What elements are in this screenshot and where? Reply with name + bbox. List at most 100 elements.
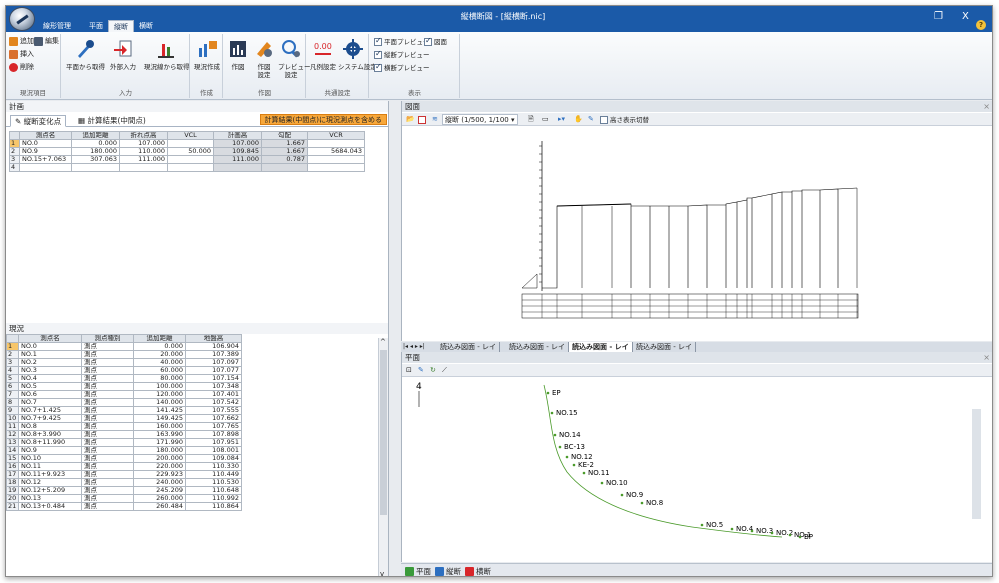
row-number[interactable]: 6 xyxy=(6,382,19,391)
edit-icon[interactable]: ✎ xyxy=(418,364,424,377)
table-cell[interactable]: NO.11 xyxy=(18,462,82,471)
table-row[interactable]: 2 NO.9 180.000 110.000 50.000 109.845 1.667 568… xyxy=(9,147,365,156)
table-cell[interactable]: 110.530 xyxy=(185,478,242,487)
table-cell[interactable]: 100.000 xyxy=(133,382,186,391)
table-cell[interactable]: 107.542 xyxy=(185,398,242,407)
figure-close-icon[interactable]: × xyxy=(983,101,990,112)
row-number[interactable]: 9 xyxy=(6,406,19,415)
scrollbar-thumb[interactable] xyxy=(380,350,387,515)
table-cell[interactable]: 0.000 xyxy=(133,342,186,351)
table-row[interactable]: 4 NO.3 測点 60.000 107.077 xyxy=(6,366,242,375)
table-cell[interactable] xyxy=(167,155,214,164)
table-cell[interactable]: 測点 xyxy=(81,382,134,391)
genkyo-create-button[interactable]: 現況作成 xyxy=(193,38,221,82)
table-cell[interactable] xyxy=(213,163,262,172)
table-cell[interactable]: NO.1 xyxy=(18,350,82,359)
row-number[interactable]: 15 xyxy=(6,454,19,463)
vertical-scrollbar[interactable]: ^ v xyxy=(378,338,388,576)
table-cell[interactable]: NO.2 xyxy=(18,358,82,367)
table-cell[interactable]: 107.000 xyxy=(213,139,262,148)
table-cell[interactable]: 240.000 xyxy=(133,478,186,487)
table-row[interactable]: 8 NO.7 測点 140.000 107.542 xyxy=(6,398,242,407)
refresh-icon[interactable]: ↻ xyxy=(430,364,436,377)
table-cell[interactable]: NO.4 xyxy=(18,374,82,383)
measure-icon[interactable]: ✎ xyxy=(588,113,594,126)
table-cell[interactable]: 107.077 xyxy=(185,366,242,375)
table-row[interactable]: 12 NO.8+3.990 測点 163.990 107.898 xyxy=(6,430,242,439)
tab-plan[interactable]: 平面 xyxy=(84,20,108,32)
row-number[interactable]: 10 xyxy=(6,414,19,423)
table-cell[interactable]: 110.864 xyxy=(185,502,242,511)
zoom-icon[interactable] xyxy=(418,116,426,124)
table-row[interactable]: 3 NO.15+7.063 307.063 111.000 111.000 0.787 xyxy=(9,155,365,164)
tab-cross[interactable]: 横断 xyxy=(134,20,158,32)
table-cell[interactable]: 60.000 xyxy=(133,366,186,375)
table-cell[interactable]: NO.12+5.209 xyxy=(18,486,82,495)
plan-close-icon[interactable]: × xyxy=(983,352,990,363)
row-number[interactable]: 21 xyxy=(6,502,19,511)
table-cell[interactable] xyxy=(167,139,214,148)
row-number[interactable]: 18 xyxy=(6,478,19,487)
sheet-tab-4[interactable]: 読込み図面 - レイ xyxy=(633,342,696,352)
restore-button[interactable]: ❐ xyxy=(934,11,943,23)
row-number[interactable]: 13 xyxy=(6,438,19,447)
table-cell[interactable]: NO.13+0.484 xyxy=(18,502,82,511)
row-number[interactable]: 17 xyxy=(6,470,19,479)
table-row[interactable]: 9 NO.7+1.425 測点 141.425 107.555 xyxy=(6,406,242,415)
table-cell[interactable]: NO.13 xyxy=(18,494,82,503)
table-row[interactable]: 16 NO.11 測点 220.000 110.330 xyxy=(6,462,242,471)
table-cell[interactable]: NO.7+9.425 xyxy=(18,414,82,423)
plan-figure-checkbox[interactable]: 図面 xyxy=(424,36,447,47)
table-cell[interactable]: 測点 xyxy=(81,478,134,487)
table-cell[interactable]: 測点 xyxy=(81,342,134,351)
draw-button[interactable]: 作図 xyxy=(226,38,250,82)
table-cell[interactable] xyxy=(71,163,120,172)
table-cell[interactable]: 260.000 xyxy=(133,494,186,503)
table-cell[interactable]: 107.348 xyxy=(185,382,242,391)
table-cell[interactable]: 107.555 xyxy=(185,406,242,415)
row-number[interactable]: 2 xyxy=(6,350,19,359)
row-number[interactable]: 14 xyxy=(6,446,19,455)
table-cell[interactable]: 測点 xyxy=(81,454,134,463)
table-cell[interactable]: 測点 xyxy=(81,374,134,383)
plan-drawing[interactable]: 4 EP NO.15 NO.14 BC-13 NO.12KE-2NO.11 NO.10 NO… xyxy=(402,377,982,562)
row-number[interactable]: 19 xyxy=(6,486,19,495)
row-number[interactable]: 8 xyxy=(6,398,19,407)
table-cell[interactable]: 107.662 xyxy=(185,414,242,423)
table-cell[interactable]: 測点 xyxy=(81,462,134,471)
measure-line-icon[interactable]: ⟋ xyxy=(442,364,447,377)
external-input-button[interactable]: 外部入力 xyxy=(106,38,140,82)
table-cell[interactable] xyxy=(307,163,365,172)
table-cell[interactable]: 測点 xyxy=(81,470,134,479)
table-row[interactable]: 11 NO.8 測点 160.000 107.765 xyxy=(6,422,242,431)
table-cell[interactable]: NO.9 xyxy=(19,147,72,156)
row-number[interactable]: 16 xyxy=(6,462,19,471)
tab-alignment[interactable]: 線形管理 xyxy=(38,20,76,32)
scroll-down-icon[interactable]: v xyxy=(380,570,384,576)
table-cell[interactable]: NO.8+11.990 xyxy=(18,438,82,447)
table-cell[interactable]: 160.000 xyxy=(133,422,186,431)
zoom-window-icon[interactable]: ⊡ xyxy=(406,364,412,377)
pan-icon[interactable]: ✋ xyxy=(574,113,583,126)
draw-settings-button[interactable]: 作図 設定 xyxy=(252,38,276,82)
table-cell[interactable]: 測点 xyxy=(81,414,134,423)
scale-select[interactable]: 縦断 (1/500, 1/100 ▾ xyxy=(442,114,518,125)
table-cell[interactable]: 109.845 xyxy=(213,147,262,156)
row-number[interactable]: 3 xyxy=(9,155,20,164)
table-cell[interactable]: 107.097 xyxy=(185,358,242,367)
table-cell[interactable]: 108.001 xyxy=(185,446,242,455)
table-row[interactable]: 7 NO.6 測点 120.000 107.401 xyxy=(6,390,242,399)
table-row[interactable]: 14 NO.9 測点 180.000 108.001 xyxy=(6,446,242,455)
row-number[interactable]: 4 xyxy=(9,163,20,172)
table-cell[interactable]: 180.000 xyxy=(133,446,186,455)
table-cell[interactable]: 260.484 xyxy=(133,502,186,511)
table-row[interactable]: 4 xyxy=(9,163,365,172)
plan-scroll-track[interactable] xyxy=(972,409,981,519)
table-cell[interactable]: NO.10 xyxy=(18,454,82,463)
sheet-tab-1[interactable]: 読込み図面 - レイ xyxy=(437,342,500,352)
table-row[interactable]: 6 NO.5 測点 100.000 107.348 xyxy=(6,382,242,391)
table-cell[interactable]: 110.000 xyxy=(119,147,168,156)
row-number[interactable]: 12 xyxy=(6,430,19,439)
profile-drawing[interactable] xyxy=(402,126,993,341)
layer-icon[interactable]: ≋ xyxy=(432,113,438,126)
